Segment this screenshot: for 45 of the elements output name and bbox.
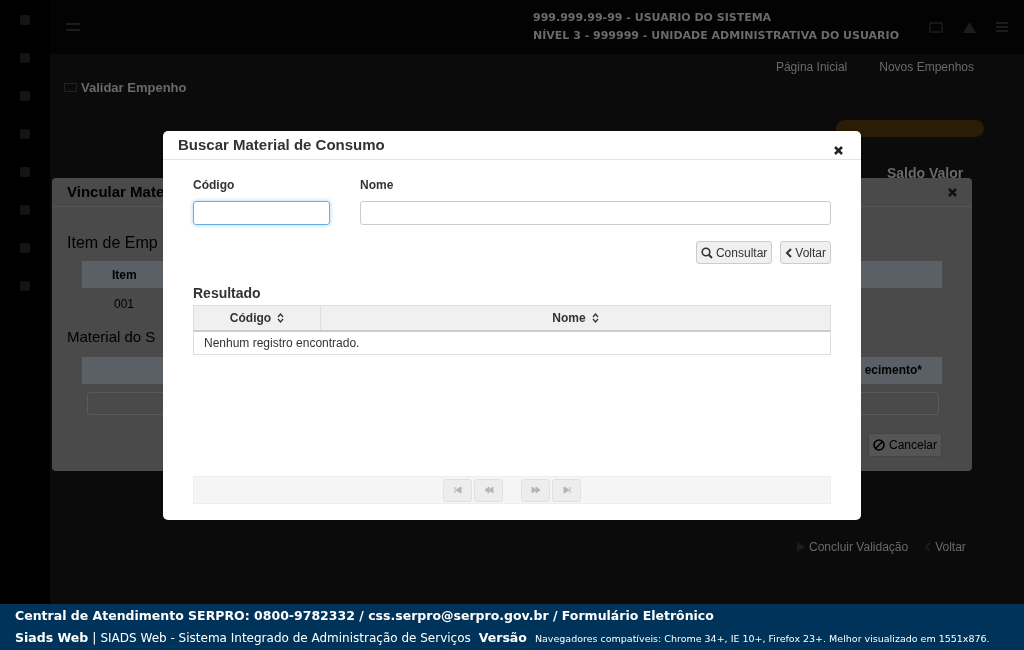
breadcrumb-link[interactable]: Página Inicial [775, 58, 848, 76]
field-label: Código [193, 177, 236, 194]
ban-icon [872, 439, 885, 451]
section-title: Resultado [193, 284, 262, 303]
system-name: SIADS Web - Sistema Integrado de Administração de Serviços [100, 629, 471, 647]
column-header[interactable]: Código [194, 306, 321, 330]
section-title: Material do S [67, 327, 156, 347]
user-name: 999.999.99-99 - USUARIO DO SISTEMA [533, 9, 773, 26]
warning-icon[interactable] [963, 21, 976, 33]
field-label: Nome [360, 177, 395, 194]
rewind-icon [483, 485, 494, 495]
search-icon [700, 246, 713, 259]
column-header: ecimento* [864, 362, 922, 379]
column-header[interactable]: Nome [321, 306, 830, 330]
fast-forward-icon [530, 485, 541, 495]
empty-message: Nenhum registro encontrado. [204, 335, 360, 352]
unit-name: NÍVEL 3 - 999999 - UNIDADE ADMINISTRATIVA DO USUARIO [533, 28, 899, 44]
dialog-title: Vincular Mate [67, 181, 165, 202]
close-icon[interactable] [834, 145, 843, 155]
back-button[interactable]: Voltar [924, 538, 966, 556]
input-field[interactable] [360, 201, 831, 225]
table-cell-text: 001 [114, 296, 135, 313]
skip-back-icon [452, 485, 463, 495]
column-header: Saldo Valor [887, 164, 964, 183]
chevron-left-icon [785, 247, 793, 258]
version-label: Versão [478, 628, 527, 647]
separator-text: | [92, 628, 97, 647]
cancel-button[interactable]: Cancelar [867, 433, 942, 457]
sort-icon [277, 313, 285, 323]
browser-note: Navegadores compatíveis: Chrome 34+, IE 10+, Firefox 23+. Melhor visualizado em 1551x876. [534, 631, 990, 646]
page-title: Validar Empenho [81, 79, 187, 97]
skip-forward-icon [561, 485, 572, 495]
breadcrumb-link[interactable]: Novos Empenhos [879, 58, 974, 76]
menu-toggle-icon[interactable] [66, 22, 80, 32]
search-button[interactable]: Consultar [695, 241, 773, 264]
sort-icon [591, 313, 599, 323]
column-header: Item [112, 266, 137, 284]
menu-icon[interactable] [996, 21, 1008, 32]
app-name: Siads Web [15, 628, 89, 647]
input-field[interactable] [193, 201, 330, 225]
section-title: Item de Emp [67, 233, 158, 253]
contact-text: Central de Atendimento SERPRO: 0800-9782332 / css.serpro@serpro.gov.br / Formulário Eletrônico [15, 606, 715, 625]
back-button[interactable]: Voltar [780, 241, 831, 264]
dialog-title: Buscar Material de Consumo [178, 134, 385, 155]
conclude-button[interactable]: Concluir Validação [797, 538, 909, 556]
